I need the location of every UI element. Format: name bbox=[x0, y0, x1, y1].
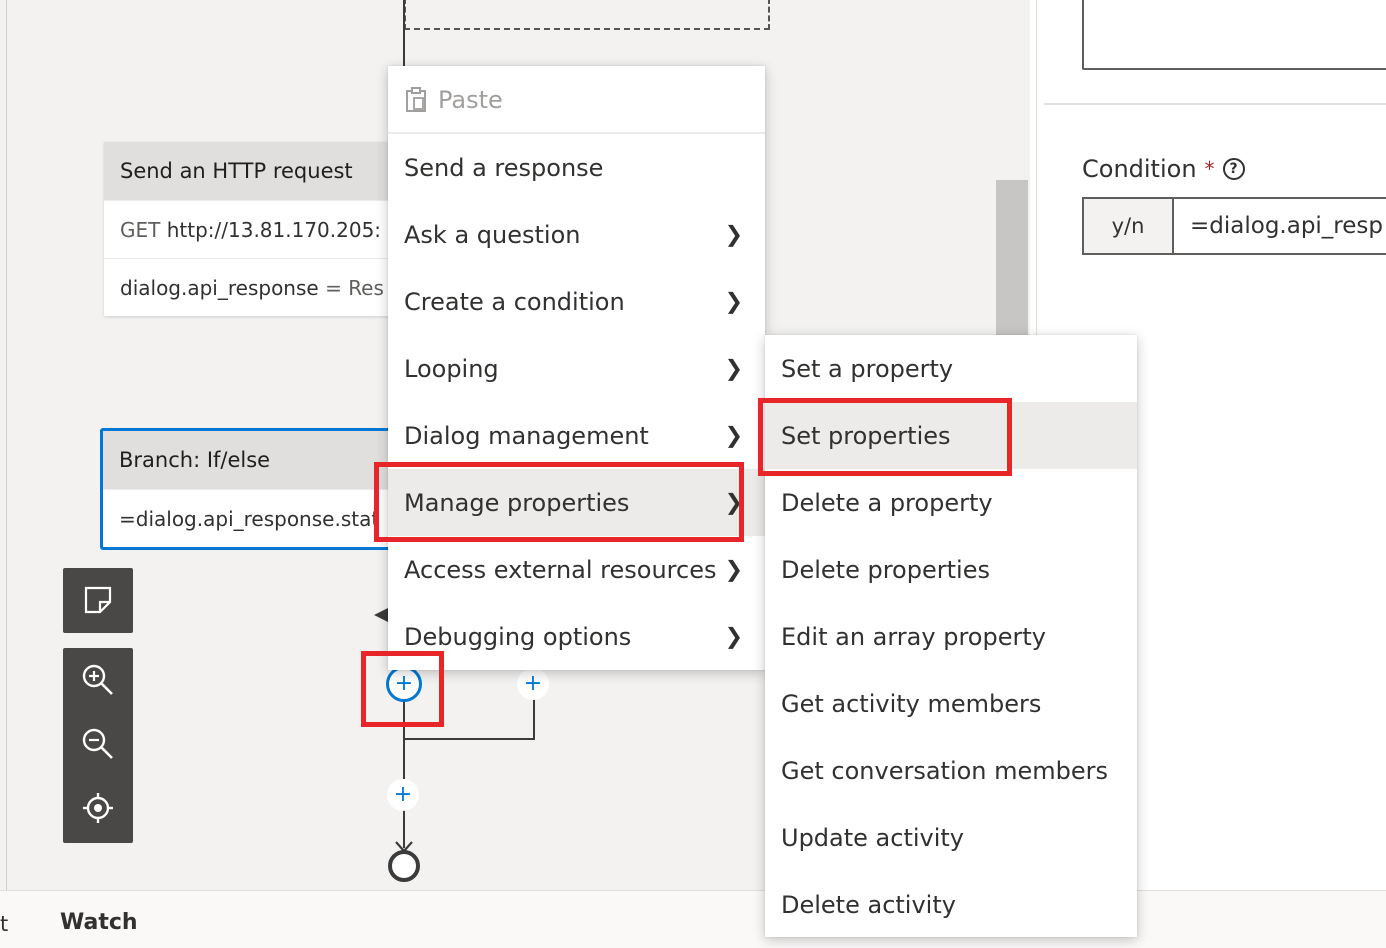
branch-if-else-card[interactable]: Branch: If/else =dialog.api_response.sta… bbox=[100, 428, 400, 550]
menu-item-looping[interactable]: Looping ❯ bbox=[388, 335, 765, 402]
submenu-item-edit-array-property[interactable]: Edit an array property bbox=[765, 603, 1137, 670]
menu-item-label: Send a response bbox=[404, 153, 604, 182]
flow-connector bbox=[533, 698, 535, 740]
menu-item-send-response[interactable]: Send a response bbox=[388, 134, 765, 201]
zoom-out-icon[interactable] bbox=[63, 712, 133, 776]
submenu-item-delete-property[interactable]: Delete a property bbox=[765, 469, 1137, 536]
card-title: Branch: If/else bbox=[103, 431, 397, 489]
chevron-right-icon: ❯ bbox=[724, 289, 743, 314]
menu-item-label: Delete a property bbox=[781, 488, 993, 517]
http-request-card[interactable]: Send an HTTP request GET http://13.81.17… bbox=[104, 142, 404, 316]
panel-divider bbox=[1044, 103, 1386, 105]
collapse-arrow-icon bbox=[374, 608, 388, 622]
menu-item-label: Access external resources bbox=[404, 555, 717, 584]
add-action-button[interactable]: + bbox=[517, 668, 549, 700]
submenu-item-get-conversation-members[interactable]: Get conversation members bbox=[765, 737, 1137, 804]
menu-item-debugging-options[interactable]: Debugging options ❯ bbox=[388, 603, 765, 670]
submenu-item-get-activity-members[interactable]: Get activity members bbox=[765, 670, 1137, 737]
http-method: GET bbox=[120, 217, 161, 242]
result-value: Res bbox=[348, 275, 384, 300]
highlight-add-button bbox=[361, 651, 444, 727]
chevron-right-icon: ❯ bbox=[724, 557, 743, 582]
menu-item-label: Delete properties bbox=[781, 555, 990, 584]
add-action-menu: Paste Send a response Ask a question ❯ C… bbox=[388, 66, 765, 670]
menu-item-label: Update activity bbox=[781, 823, 965, 852]
menu-item-access-external-resources[interactable]: Access external resources ❯ bbox=[388, 536, 765, 603]
menu-item-label: Ask a question bbox=[404, 220, 581, 249]
clipboard-icon bbox=[404, 86, 428, 113]
card-request-row: GET http://13.81.170.205: bbox=[104, 200, 404, 258]
submenu-item-set-property[interactable]: Set a property bbox=[765, 335, 1137, 402]
fit-to-view-icon[interactable] bbox=[63, 776, 133, 840]
card-result-row: dialog.api_response = Res bbox=[104, 258, 404, 316]
end-node bbox=[388, 850, 420, 882]
menu-item-label: Get activity members bbox=[781, 689, 1042, 718]
debug-panel-bar bbox=[0, 890, 1386, 948]
arrow-head-icon bbox=[395, 838, 413, 853]
menu-item-label: Paste bbox=[438, 85, 503, 114]
condition-label: Condition * ? bbox=[1082, 155, 1245, 183]
menu-item-ask-question[interactable]: Ask a question ❯ bbox=[388, 201, 765, 268]
add-action-button[interactable]: + bbox=[387, 779, 419, 811]
menu-item-label: Looping bbox=[404, 354, 499, 383]
result-equals: = bbox=[325, 275, 342, 300]
menu-item-paste[interactable]: Paste bbox=[388, 66, 765, 133]
condition-label-text: Condition bbox=[1082, 155, 1197, 183]
condition-field[interactable]: y/n =dialog.api_resp bbox=[1082, 197, 1386, 255]
submenu-item-update-activity[interactable]: Update activity bbox=[765, 804, 1137, 871]
menu-item-label: Create a condition bbox=[404, 287, 625, 316]
flow-connector bbox=[403, 0, 405, 70]
help-icon[interactable]: ? bbox=[1222, 158, 1245, 180]
menu-item-label: Set a property bbox=[781, 354, 954, 383]
menu-item-label: Delete activity bbox=[781, 890, 956, 919]
menu-item-label: Dialog management bbox=[404, 421, 649, 450]
required-indicator: * bbox=[1204, 157, 1215, 181]
card-title: Send an HTTP request bbox=[104, 142, 404, 200]
panel-text-field[interactable] bbox=[1082, 0, 1386, 70]
condition-input[interactable]: =dialog.api_resp bbox=[1174, 199, 1386, 253]
branch-condition: =dialog.api_response.stat bbox=[103, 489, 397, 547]
chevron-right-icon: ❯ bbox=[724, 624, 743, 649]
highlight-set-properties bbox=[758, 398, 1012, 476]
menu-item-create-condition[interactable]: Create a condition ❯ bbox=[388, 268, 765, 335]
result-variable: dialog.api_response bbox=[120, 275, 319, 300]
chevron-right-icon: ❯ bbox=[724, 423, 743, 448]
http-url: http://13.81.170.205: bbox=[166, 217, 382, 242]
submenu-item-delete-activity[interactable]: Delete activity bbox=[765, 871, 1137, 938]
minimap-icon bbox=[63, 568, 133, 632]
flow-connector bbox=[403, 738, 535, 740]
zoom-in-icon[interactable] bbox=[63, 648, 133, 712]
menu-item-dialog-management[interactable]: Dialog management ❯ bbox=[388, 402, 765, 469]
dropzone-placeholder bbox=[404, 0, 770, 30]
minimap-button[interactable] bbox=[63, 568, 133, 633]
highlight-manage-properties bbox=[374, 462, 744, 542]
menu-item-label: Edit an array property bbox=[781, 622, 1046, 651]
chevron-right-icon: ❯ bbox=[724, 356, 743, 381]
canvas-border bbox=[6, 0, 7, 890]
condition-type-prefix: y/n bbox=[1084, 199, 1174, 253]
submenu-item-delete-properties[interactable]: Delete properties bbox=[765, 536, 1137, 603]
tab-watch[interactable]: Watch bbox=[60, 910, 138, 935]
chevron-right-icon: ❯ bbox=[724, 222, 743, 247]
menu-item-label: Debugging options bbox=[404, 622, 632, 651]
tab-partial[interactable]: t bbox=[0, 912, 8, 936]
zoom-toolbar bbox=[63, 648, 133, 843]
menu-item-label: Get conversation members bbox=[781, 756, 1109, 785]
